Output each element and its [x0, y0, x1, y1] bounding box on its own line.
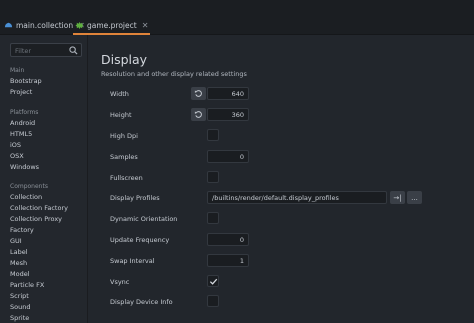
tab-bar: main.collection ✕ game.project ✕: [0, 0, 474, 35]
filter-box: [10, 43, 82, 57]
fullscreen-label: Fullscreen: [110, 174, 143, 182]
editor-window: main.collection ✕ game.project ✕ Main Bo…: [0, 0, 474, 323]
sidebar-item-android[interactable]: Android: [10, 119, 35, 127]
sidebar-item-bootstrap[interactable]: Bootstrap: [10, 77, 42, 85]
checkmark-icon: [209, 278, 217, 285]
sidebar-item-windows[interactable]: Windows: [10, 163, 39, 171]
sidebar-item-osx[interactable]: OSX: [10, 152, 24, 160]
group-label-platforms: Platforms: [10, 109, 39, 116]
display-settings-panel: Display Resolution and other display rel…: [89, 35, 474, 323]
vsync-label: Vsync: [110, 278, 130, 286]
reset-icon: [194, 90, 202, 97]
samples-input[interactable]: 0: [207, 150, 249, 163]
swap-interval-label: Swap Interval: [110, 257, 155, 265]
sidebar-item-collection[interactable]: Collection: [10, 193, 42, 201]
width-reset-button[interactable]: [191, 87, 206, 100]
project-icon: [75, 21, 84, 30]
display-device-info-label: Display Device Info: [110, 298, 173, 306]
dynamic-orientation-label: Dynamic Orientation: [110, 215, 178, 223]
height-input[interactable]: 360: [207, 108, 249, 121]
group-label-components: Components: [10, 183, 48, 190]
sidebar-item-html5[interactable]: HTML5: [10, 130, 32, 138]
sidebar-item-collection-factory[interactable]: Collection Factory: [10, 204, 68, 212]
high-dpi-label: High Dpi: [110, 132, 138, 140]
sidebar-item-model[interactable]: Model: [10, 270, 30, 278]
sidebar-item-mesh[interactable]: Mesh: [10, 259, 27, 267]
tab-label: main.collection: [16, 21, 74, 30]
swap-interval-input[interactable]: 1: [207, 254, 249, 267]
dynamic-orientation-checkbox[interactable]: [207, 212, 219, 224]
high-dpi-checkbox[interactable]: [207, 129, 219, 141]
display-profiles-input[interactable]: /builtins/render/default.display_profile…: [207, 191, 387, 204]
width-label: Width: [110, 90, 129, 98]
tab-label: game.project: [87, 21, 137, 30]
vsync-checkbox[interactable]: [207, 275, 219, 287]
settings-sidebar: Main Bootstrap Project Platforms Android…: [0, 35, 88, 323]
group-label-main: Main: [10, 67, 25, 74]
display-device-info-checkbox[interactable]: [207, 295, 219, 307]
browse-button[interactable]: ...: [407, 191, 422, 204]
filter-input[interactable]: [15, 45, 69, 56]
width-input[interactable]: 640: [207, 87, 249, 100]
sidebar-item-script[interactable]: Script: [10, 292, 29, 300]
sidebar-item-sprite[interactable]: Sprite: [10, 314, 29, 322]
fullscreen-checkbox[interactable]: [207, 171, 219, 183]
browse-label: ...: [411, 193, 418, 202]
height-label: Height: [110, 111, 132, 119]
sidebar-item-ios[interactable]: iOS: [10, 141, 21, 149]
search-icon[interactable]: [69, 46, 78, 55]
page-title: Display: [101, 52, 148, 67]
sidebar-item-sound[interactable]: Sound: [10, 303, 30, 311]
update-frequency-input[interactable]: 0: [207, 233, 249, 246]
close-icon[interactable]: ✕: [142, 21, 149, 30]
reset-icon: [194, 111, 202, 118]
samples-label: Samples: [110, 153, 138, 161]
goto-icon: →|: [393, 193, 402, 202]
update-frequency-label: Update Frequency: [110, 236, 170, 244]
sidebar-item-particle-fx[interactable]: Particle FX: [10, 281, 44, 289]
collection-icon: [4, 22, 13, 28]
display-profiles-label: Display Profiles: [110, 194, 160, 202]
sidebar-item-collection-proxy[interactable]: Collection Proxy: [10, 215, 62, 223]
page-subtitle: Resolution and other display related set…: [101, 70, 247, 78]
goto-resource-button[interactable]: →|: [390, 191, 405, 204]
sidebar-item-project[interactable]: Project: [10, 88, 32, 96]
tab-game-project[interactable]: game.project ✕: [73, 16, 151, 35]
sidebar-item-gui[interactable]: GUI: [10, 237, 22, 245]
height-reset-button[interactable]: [191, 108, 206, 121]
sidebar-item-factory[interactable]: Factory: [10, 226, 34, 234]
sidebar-item-label[interactable]: Label: [10, 248, 28, 256]
